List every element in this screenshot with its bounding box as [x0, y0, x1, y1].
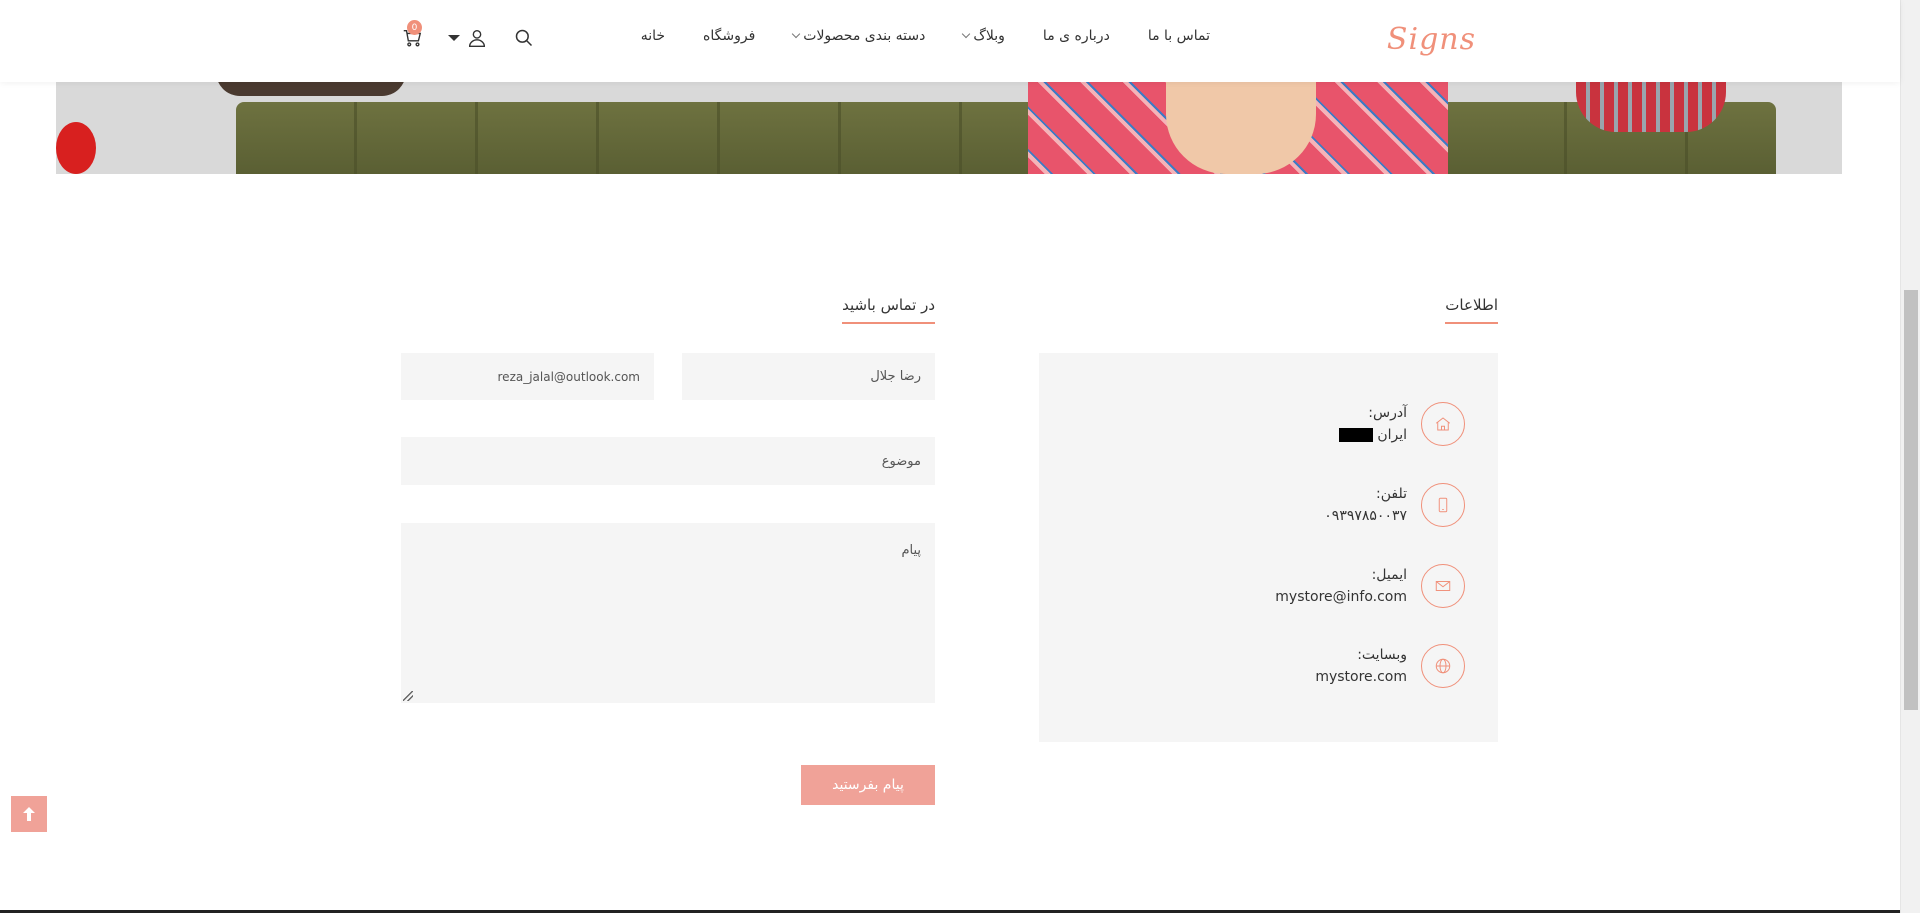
- resize-handle[interactable]: [403, 691, 413, 701]
- search-icon: [515, 29, 533, 47]
- nav-contact[interactable]: تماس با ما: [1148, 28, 1210, 44]
- phone-value: ۰۹۳۹۷۸۵۰۰۳۷: [1324, 508, 1407, 524]
- nav-home[interactable]: خانه: [641, 28, 665, 44]
- info-address: آدرس: ایران: [1339, 402, 1465, 446]
- contact-title: در تماس باشید: [842, 296, 935, 324]
- page-scrollbar[interactable]: [1900, 0, 1920, 913]
- info-box: آدرس: ایران تلفن: ۰۹۳۹۷۸۵۰۰۳۷ ایمیل: mys…: [1039, 353, 1498, 742]
- chevron-down-icon: [962, 29, 971, 39]
- hero-banner-image: [56, 82, 1842, 174]
- info-title: اطلاعات: [1445, 296, 1498, 324]
- site-header: Signs خانه فروشگاه دسته بندی محصولات وبل…: [0, 0, 1900, 82]
- message-placeholder: پیام: [901, 543, 921, 558]
- phone-label: تلفن:: [1376, 486, 1407, 502]
- scrollbar-thumb[interactable]: [1904, 290, 1918, 710]
- subject-field[interactable]: موضوع: [401, 437, 935, 485]
- address-label: آدرس:: [1368, 405, 1407, 421]
- website-label: وبسایت:: [1357, 647, 1407, 663]
- header-icons: 0: [400, 20, 536, 50]
- caret-down-icon: [448, 35, 460, 41]
- mail-icon: [1421, 564, 1465, 608]
- arrow-up-icon: [23, 807, 35, 821]
- chevron-down-icon: [792, 29, 801, 39]
- cart-count-badge: 0: [407, 20, 422, 35]
- user-icon: [468, 29, 486, 47]
- cart-button[interactable]: 0: [400, 20, 424, 50]
- send-message-button[interactable]: پیام بفرستید: [801, 765, 935, 805]
- globe-icon: [1421, 644, 1465, 688]
- redacted-block: [1339, 428, 1374, 442]
- home-icon: [1421, 402, 1465, 446]
- name-field[interactable]: رضا جلال: [682, 353, 935, 400]
- nav-categories[interactable]: دسته بندی محصولات: [792, 28, 925, 44]
- nav-about[interactable]: درباره ی ما: [1043, 28, 1110, 44]
- scroll-to-top-button[interactable]: [11, 796, 47, 832]
- main-nav: خانه فروشگاه دسته بندی محصولات وبلاگ درب…: [641, 28, 1210, 44]
- info-phone: تلفن: ۰۹۳۹۷۸۵۰۰۳۷: [1324, 483, 1465, 527]
- site-logo[interactable]: Signs: [1387, 22, 1476, 57]
- phone-icon: [1421, 483, 1465, 527]
- nav-shop[interactable]: فروشگاه: [703, 28, 755, 44]
- info-email: ایمیل: mystore@info.com: [1275, 564, 1465, 608]
- email-field[interactable]: reza_jalal@outlook.com: [401, 353, 654, 400]
- message-field[interactable]: پیام: [401, 523, 935, 703]
- search-button[interactable]: [512, 26, 536, 50]
- email-value[interactable]: mystore@info.com: [1275, 589, 1407, 605]
- account-button[interactable]: [446, 26, 490, 50]
- address-value: ایران: [1339, 427, 1407, 443]
- website-value[interactable]: mystore.com: [1315, 669, 1407, 685]
- email-label: ایمیل:: [1371, 567, 1407, 583]
- info-website: وبسایت: mystore.com: [1315, 644, 1465, 688]
- nav-blog[interactable]: وبلاگ: [962, 28, 1005, 44]
